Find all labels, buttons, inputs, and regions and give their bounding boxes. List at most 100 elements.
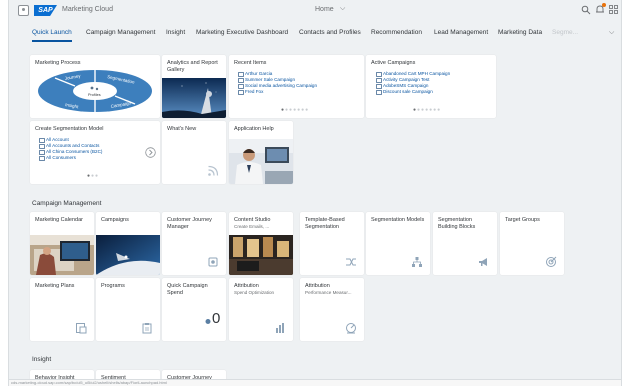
recent-item[interactable]: Fred Fox	[237, 89, 263, 95]
group-tab-bar: Quick Launch Campaign Management Insight…	[9, 28, 621, 44]
profiles-icon	[90, 86, 94, 90]
segment-item[interactable]: All China Consumers (B2C)	[38, 149, 102, 155]
rss-icon	[208, 165, 219, 176]
tile-whats-new[interactable]: What's New	[162, 121, 226, 184]
recent-item[interactable]: Arthur Garcia	[237, 71, 272, 77]
tile-quick-campaign-spend[interactable]: Quick Campaign Spend 0	[162, 278, 226, 341]
tile-title: Attribution	[305, 283, 330, 289]
tab-marketing-executive-dashboard[interactable]: Marketing Executive Dashboard	[196, 28, 288, 44]
recent-item[interactable]: Summer Sale Campaign	[237, 77, 295, 83]
tile-campaigns[interactable]: Campaigns	[96, 212, 160, 275]
journey-icon	[208, 257, 218, 267]
chevron-down-icon[interactable]: ⌵	[340, 5, 345, 13]
tile-title: Create Segmentation Model	[35, 126, 104, 132]
campaign-item[interactable]: AdobeSMS Campaign	[375, 83, 428, 89]
sap-logo[interactable]: SAP	[34, 5, 57, 16]
tab-contacts-and-profiles[interactable]: Contacts and Profiles	[299, 28, 361, 44]
clipboard-icon	[142, 323, 152, 334]
page-indicator[interactable]: ●●●●●●●	[413, 107, 441, 113]
grid-icon[interactable]	[609, 5, 618, 14]
tab-quick-launch[interactable]: Quick Launch	[32, 28, 72, 44]
campaigns-image	[96, 235, 160, 275]
tab-recommendation[interactable]: Recommendation	[371, 28, 422, 44]
tile-title: Target Groups	[505, 217, 540, 223]
tile-attribution-performance[interactable]: Attribution Performance Measur...	[300, 278, 364, 341]
segment-item[interactable]: All Accounts and Contacts	[38, 143, 99, 149]
tile-title: Marketing Plans	[35, 283, 75, 289]
tile-customer-journey-manager[interactable]: Customer Journey Manager	[162, 212, 226, 275]
notification-badge	[602, 3, 606, 7]
tile-title: Analytics and Report Gallery	[167, 60, 218, 73]
tile-analytics-report-gallery[interactable]: Analytics and Report Gallery	[162, 55, 226, 118]
tile-subtitle: Spend Optimization	[234, 290, 275, 295]
tile-title: Segmentation Building Blocks	[438, 217, 476, 230]
tile-title: Content Studio	[234, 217, 271, 223]
tile-segmentation-building-blocks[interactable]: Segmentation Building Blocks	[433, 212, 497, 275]
campaign-item[interactable]: Abandoned Cart MPH Campaign	[375, 71, 450, 77]
home-menu-label[interactable]: Home	[315, 6, 334, 13]
plan-icon	[76, 323, 87, 334]
tile-application-help[interactable]: Application Help	[229, 121, 293, 184]
segment-item[interactable]: All Account	[39, 137, 69, 143]
tab-marketing-data[interactable]: Marketing Data	[498, 28, 542, 44]
marketing-calendar-image	[30, 235, 94, 275]
tile-title: What's New	[167, 126, 197, 132]
bar-chart-icon	[276, 323, 284, 333]
tile-subtitle: Performance Measur...	[305, 290, 352, 295]
tile-title: Marketing Calendar	[35, 217, 83, 223]
tile-title: Marketing Process	[35, 60, 81, 66]
profiles-label: Profiles	[88, 93, 101, 97]
shell-bar: SAP Marketing Cloud Home ⌵	[9, 0, 621, 20]
user-avatar-icon[interactable]	[18, 5, 29, 16]
tile-programs[interactable]: Programs	[96, 278, 160, 341]
tab-lead-management[interactable]: Lead Management	[434, 28, 488, 44]
launchpad-frame: SAP Marketing Cloud Home ⌵ Quick Launch …	[8, 0, 622, 386]
tile-title: Programs	[101, 283, 125, 289]
app-title: Marketing Cloud	[62, 6, 113, 13]
tile-content-studio[interactable]: Content Studio Create Emails, ...	[229, 212, 293, 275]
shuffle-icon	[346, 258, 356, 266]
tile-title: Attribution	[234, 283, 259, 289]
page-indicator[interactable]: ●●●●●●●	[281, 107, 309, 113]
tile-title: Customer Journey Manager	[167, 217, 212, 230]
tile-title: Template-Based Segmentation	[305, 217, 345, 230]
search-icon[interactable]	[581, 5, 591, 15]
tile-subtitle: Create Emails, ...	[234, 224, 270, 229]
marketing-process-diagram: Journey Segmentation Campaign Insight Pr…	[38, 70, 152, 112]
tile-create-segmentation-model[interactable]: Create Segmentation Model All Account Al…	[30, 121, 160, 184]
kpi-value: 0	[212, 310, 221, 327]
page-indicator[interactable]: ●●●	[87, 173, 99, 179]
tile-attribution-spend-optimization[interactable]: Attribution Spend Optimization	[229, 278, 293, 341]
recent-item[interactable]: Social media advertising Campaign	[237, 83, 317, 89]
segment-item[interactable]: All Consumers	[39, 155, 76, 161]
application-help-image	[229, 139, 293, 184]
gauge-icon	[346, 323, 356, 334]
tile-marketing-calendar[interactable]: Marketing Calendar	[30, 212, 94, 275]
status-url: cds-marketing-cloud.sap.com/sap/bc/ui5_u…	[11, 380, 167, 385]
content-studio-image	[229, 235, 293, 275]
hierarchy-icon	[412, 257, 422, 267]
tab-insight[interactable]: Insight	[166, 28, 185, 44]
status-bar: cds-marketing-cloud.sap.com/sap/bc/ui5_u…	[9, 379, 621, 386]
group-title-insight: Insight	[32, 356, 52, 363]
analytics-image	[162, 78, 226, 118]
tab-campaign-management[interactable]: Campaign Management	[86, 28, 155, 44]
tile-template-based-segmentation[interactable]: Template-Based Segmentation	[300, 212, 364, 275]
tile-title: Segmentation Models	[371, 217, 425, 223]
tile-marketing-plans[interactable]: Marketing Plans	[30, 278, 94, 341]
megaphone-icon	[479, 258, 487, 266]
tile-title: Application Help	[234, 126, 274, 132]
campaign-item[interactable]: Activity Campaign Test	[375, 77, 429, 83]
tile-target-groups[interactable]: Target Groups	[500, 212, 564, 275]
tile-recent-items[interactable]: Recent Items Arthur Garcia Summer Sale C…	[229, 55, 364, 118]
tile-title: Quick Campaign Spend	[167, 283, 208, 296]
chevron-right-circle-icon[interactable]	[145, 147, 156, 158]
tile-marketing-process[interactable]: Marketing Process Journey Segmentation C…	[30, 55, 160, 118]
tabs-overflow-icon[interactable]: ⌵	[609, 29, 614, 37]
tile-title: Recent Items	[234, 60, 267, 66]
tile-title: Campaigns	[101, 217, 129, 223]
tile-active-campaigns[interactable]: Active Campaigns Abandoned Cart MPH Camp…	[366, 55, 496, 118]
tab-segmentation[interactable]: Segme...	[552, 28, 578, 44]
campaign-item[interactable]: Discount sale Campaign	[376, 89, 433, 95]
tile-segmentation-models[interactable]: Segmentation Models	[366, 212, 430, 275]
